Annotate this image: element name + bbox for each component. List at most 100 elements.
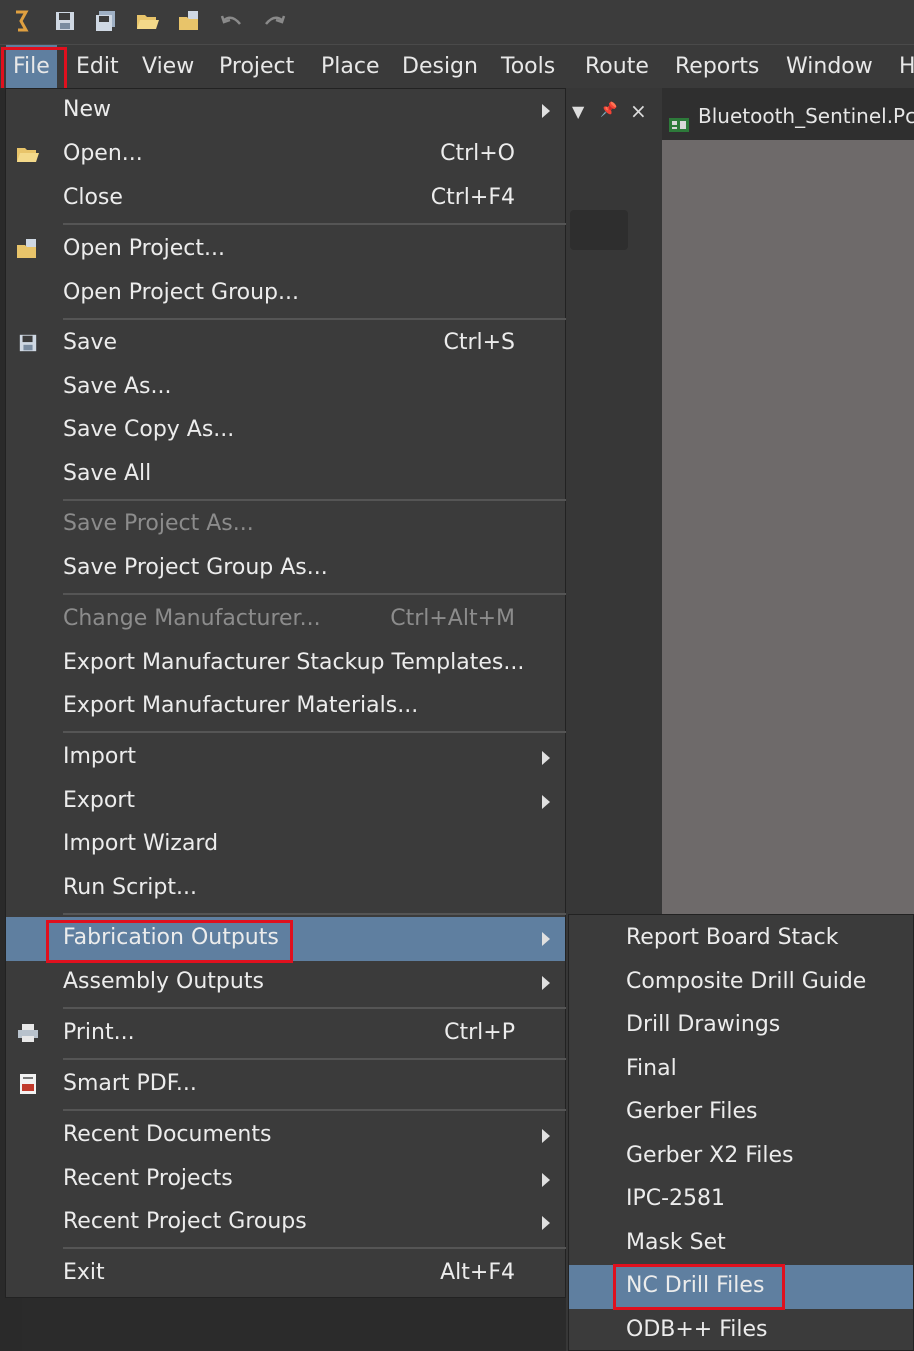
open-project-icon xyxy=(14,235,42,263)
submenu-arrow-icon xyxy=(542,751,550,765)
menu-item-save-as[interactable]: Save As... xyxy=(6,366,565,410)
open-project-icon[interactable] xyxy=(177,8,203,34)
menu-item-save[interactable]: Save Ctrl+S xyxy=(6,322,565,366)
menu-item-open[interactable]: Open... Ctrl+O xyxy=(6,133,565,177)
panel-pin-icon[interactable]: 📌 xyxy=(600,102,617,118)
submenu-arrow-icon xyxy=(542,795,550,809)
menu-separator xyxy=(63,913,566,915)
save-all-icon[interactable] xyxy=(93,8,119,34)
menu-item-recent-documents[interactable]: Recent Documents xyxy=(6,1114,565,1158)
menu-item-save-all[interactable]: Save All xyxy=(6,453,565,497)
menu-file[interactable]: File xyxy=(6,45,57,89)
menu-separator xyxy=(63,318,566,320)
menu-item-label: Recent Projects xyxy=(63,1166,233,1191)
submenu-item-mask-set[interactable]: Mask Set xyxy=(569,1222,913,1266)
save-icon[interactable] xyxy=(52,8,78,34)
menu-help[interactable]: H xyxy=(899,45,914,89)
submenu-item-label: Gerber X2 Files xyxy=(626,1143,794,1168)
menu-item-label: Recent Project Groups xyxy=(63,1209,307,1234)
menu-item-assembly-outputs[interactable]: Assembly Outputs xyxy=(6,961,565,1005)
menu-item-export[interactable]: Export xyxy=(6,780,565,824)
submenu-item-final[interactable]: Final xyxy=(569,1048,913,1092)
menu-item-label: Exit xyxy=(63,1260,105,1285)
menu-item-open-project-group[interactable]: Open Project Group... xyxy=(6,272,565,316)
submenu-item-label: Gerber Files xyxy=(626,1099,758,1124)
main-menubar: File Edit View Project Place Design Tool… xyxy=(0,44,914,89)
menu-item-recent-projects[interactable]: Recent Projects xyxy=(6,1158,565,1202)
submenu-item-nc-drill-files[interactable]: NC Drill Files xyxy=(569,1265,913,1309)
menu-item-shortcut: Alt+F4 xyxy=(440,1260,515,1285)
menu-item-fabrication-outputs[interactable]: Fabrication Outputs xyxy=(6,917,565,961)
redo-icon[interactable] xyxy=(261,8,287,34)
undo-icon[interactable] xyxy=(219,8,245,34)
menu-project[interactable]: Project xyxy=(219,45,294,89)
panel-search-box[interactable] xyxy=(570,210,628,250)
menu-edit[interactable]: Edit xyxy=(76,45,119,89)
submenu-arrow-icon xyxy=(542,1173,550,1187)
menu-item-close[interactable]: Close Ctrl+F4 xyxy=(6,177,565,221)
menu-item-save-project-group-as[interactable]: Save Project Group As... xyxy=(6,547,565,591)
menu-item-exit[interactable]: Exit Alt+F4 xyxy=(6,1252,565,1296)
submenu-item-ipc-2581[interactable]: IPC-2581 xyxy=(569,1178,913,1222)
menu-design[interactable]: Design xyxy=(402,45,478,89)
menu-view[interactable]: View xyxy=(142,45,194,89)
menu-separator xyxy=(63,593,566,595)
menu-reports[interactable]: Reports xyxy=(675,45,759,89)
submenu-item-label: Report Board Stack xyxy=(626,925,839,950)
menu-item-label: Print... xyxy=(63,1020,135,1045)
menu-window[interactable]: Window xyxy=(786,45,873,89)
menu-item-run-script[interactable]: Run Script... xyxy=(6,867,565,911)
submenu-item-label: ODB++ Files xyxy=(626,1317,768,1342)
panel-dropdown-icon[interactable]: ▼ xyxy=(572,102,584,121)
menu-separator xyxy=(63,223,566,225)
panel-close-icon[interactable]: × xyxy=(630,99,647,123)
submenu-item-label: IPC-2581 xyxy=(626,1186,726,1211)
menu-item-smart-pdf[interactable]: Smart PDF... xyxy=(6,1063,565,1107)
submenu-item-odb-files[interactable]: ODB++ Files xyxy=(569,1309,913,1351)
menu-item-shortcut: Ctrl+S xyxy=(443,330,515,355)
menu-item-label: Open Project... xyxy=(63,236,226,261)
submenu-item-report-board-stack[interactable]: Report Board Stack xyxy=(569,917,913,961)
menu-item-export-stackup-templates[interactable]: Export Manufacturer Stackup Templates... xyxy=(6,642,565,686)
submenu-item-drill-drawings[interactable]: Drill Drawings xyxy=(569,1004,913,1048)
menu-item-export-materials[interactable]: Export Manufacturer Materials... xyxy=(6,685,565,729)
document-tab-label: Bluetooth_Sentinel.PcbD xyxy=(698,104,914,128)
menu-tools[interactable]: Tools xyxy=(501,45,555,89)
menu-item-recent-project-groups[interactable]: Recent Project Groups xyxy=(6,1201,565,1245)
menu-separator xyxy=(63,499,566,501)
menu-separator xyxy=(63,731,566,733)
menu-item-import-wizard[interactable]: Import Wizard xyxy=(6,823,565,867)
app-logo-icon[interactable] xyxy=(8,8,34,34)
document-tab[interactable]: Bluetooth_Sentinel.PcbD xyxy=(668,96,914,136)
menu-item-save-project-as: Save Project As... xyxy=(6,503,565,547)
menu-item-save-copy-as[interactable]: Save Copy As... xyxy=(6,409,565,453)
menu-item-import[interactable]: Import xyxy=(6,736,565,780)
menu-item-change-manufacturer: Change Manufacturer... Ctrl+Alt+M xyxy=(6,598,565,642)
pcb-workspace[interactable] xyxy=(662,140,914,914)
menu-item-new[interactable]: New xyxy=(6,89,565,133)
open-folder-icon[interactable] xyxy=(135,8,161,34)
submenu-arrow-icon xyxy=(542,1129,550,1143)
menu-item-print[interactable]: Print... Ctrl+P xyxy=(6,1012,565,1056)
menu-separator xyxy=(63,1007,566,1009)
menu-route[interactable]: Route xyxy=(585,45,649,89)
menu-item-label: Save Project Group As... xyxy=(63,555,328,580)
menu-separator xyxy=(63,1058,566,1060)
menu-item-label: Recent Documents xyxy=(63,1122,272,1147)
menu-item-label: Import xyxy=(63,744,137,769)
menu-item-label: Export Manufacturer Stackup Templates... xyxy=(63,650,525,675)
submenu-arrow-icon xyxy=(542,104,550,118)
menu-separator xyxy=(63,1109,566,1111)
menu-item-label: Save As... xyxy=(63,374,172,399)
printer-icon xyxy=(14,1019,42,1047)
submenu-arrow-icon xyxy=(542,976,550,990)
pdf-icon xyxy=(14,1070,42,1098)
submenu-item-gerber-x2-files[interactable]: Gerber X2 Files xyxy=(569,1135,913,1179)
menu-item-open-project[interactable]: Open Project... xyxy=(6,228,565,272)
menu-item-label: Open... xyxy=(63,141,143,166)
menu-item-label: Fabrication Outputs xyxy=(63,925,279,950)
menu-item-shortcut: Ctrl+F4 xyxy=(430,185,515,210)
submenu-item-gerber-files[interactable]: Gerber Files xyxy=(569,1091,913,1135)
menu-place[interactable]: Place xyxy=(321,45,380,89)
submenu-item-composite-drill-guide[interactable]: Composite Drill Guide xyxy=(569,961,913,1005)
